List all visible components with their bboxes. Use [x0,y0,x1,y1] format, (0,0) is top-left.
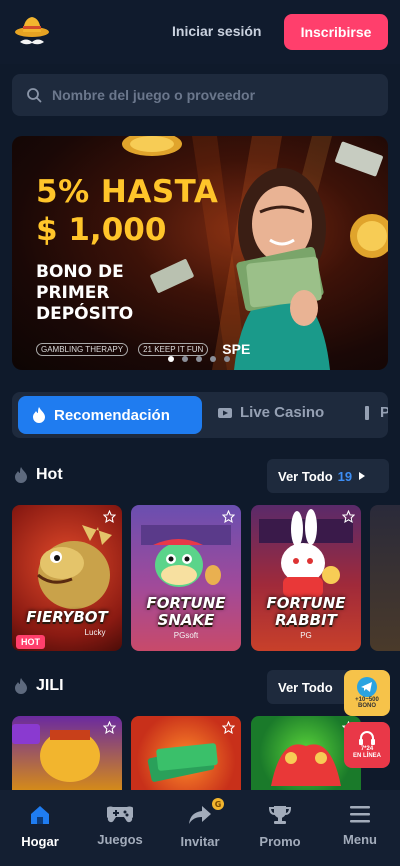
login-link[interactable]: Iniciar sesión [172,23,261,39]
promo-banner[interactable]: 5% HASTA $ 1,000 BONO DE PRIMER DEPÓSITO… [12,136,388,370]
section-title: Hot [36,466,63,483]
nav-label: Promo [259,834,301,849]
game-art [259,509,353,597]
game-title: FORTUNE RABBIT [266,594,346,629]
nav-games[interactable]: Juegos [80,790,160,866]
section-header-jili: JILI [14,677,64,695]
headset-icon [359,731,375,745]
header: Iniciar sesión Inscribirse [0,0,400,64]
nav-invite[interactable]: G Invitar [160,790,240,866]
svg-text:G: G [215,800,222,809]
nav-label: Invitar [180,834,220,849]
share-icon [189,806,211,824]
fire-icon [15,467,27,483]
game-title: FIERYBOT [26,608,108,626]
bottom-nav: Hogar Juegos G Invitar Promo Menu [0,790,400,866]
nav-promo[interactable]: Promo [240,790,320,866]
carousel-dot[interactable] [224,356,230,362]
chip-icon [365,405,369,420]
carousel-dot[interactable] [168,356,174,362]
game-provider: PGsoft [173,631,199,640]
favorite-star-icon[interactable] [222,510,235,523]
game-card-jili-1[interactable] [12,716,122,790]
partner-logo-gambling-therapy: GAMBLING THERAPY [36,342,129,356]
banner-headline-2: $ 1,000 [36,212,167,248]
favorite-star-icon[interactable] [222,721,235,734]
caret-right-icon [359,472,366,480]
favorite-star-icon[interactable] [103,510,116,523]
game-card-fortune-rabbit[interactable]: FORTUNE RABBIT PG [251,505,361,651]
banner-subtitle: BONO DE PRIMER DEPÓSITO [36,262,134,324]
game-card-partial[interactable] [370,505,400,651]
telegram-icon [357,677,377,697]
carousel-dots[interactable] [168,356,230,362]
see-all-hot-button[interactable]: Ver Todo 19 [267,459,389,493]
fire-icon [15,678,27,694]
live-support-button[interactable]: 7*24 EN LÍNEA [344,722,390,768]
game-art [141,525,231,587]
hot-badge: HOT [16,635,45,649]
carousel-dot[interactable] [210,356,216,362]
see-all-label: Ver Todo [278,468,333,484]
favorite-star-icon[interactable] [103,721,116,734]
support-hours: 7*24 [360,746,374,752]
tab-partial-label: P [380,404,388,421]
search-bar[interactable] [12,74,388,116]
section-header-hot: Hot [14,466,63,484]
coin-badge-icon: G [212,798,224,810]
category-tabs: Recomendación Live Casino P [12,392,388,438]
carousel-dot[interactable] [182,356,188,362]
tab-partial[interactable]: P [362,404,388,421]
section-title: JILI [36,677,64,694]
nav-menu[interactable]: Menu [320,790,400,866]
home-icon [31,806,49,824]
tab-live-casino-label: Live Casino [240,404,325,421]
game-card-fortune-snake[interactable]: FORTUNE SNAKE PGsoft [131,505,241,651]
signup-button[interactable]: Inscribirse [284,14,388,50]
telegram-bonus-button[interactable]: +10~500 BONO [344,670,390,716]
telegram-bonus-label: BONO [358,703,376,709]
search-input[interactable] [52,87,372,103]
tab-recommendation-label: Recomendación [54,406,170,424]
banner-headline-1: 5% HASTA [36,174,219,210]
game-provider: Lucky [84,628,106,637]
gamepad-icon [107,806,133,823]
sombrero-logo[interactable] [14,12,50,52]
see-all-label: Ver Todo [278,679,333,695]
nav-label: Juegos [97,832,143,847]
game-card-fierybot[interactable]: FIERYBOT Lucky HOT [12,505,122,651]
nav-home[interactable]: Hogar [0,790,80,866]
game-title: FORTUNE SNAKE [146,594,226,629]
favorite-star-icon[interactable] [342,510,355,523]
game-card-jili-2[interactable] [131,716,241,790]
search-icon [27,88,42,103]
nav-label: Hogar [21,834,59,849]
carousel-dot[interactable] [196,356,202,362]
nav-label: Menu [343,832,377,847]
fire-icon [33,407,45,423]
trophy-icon [269,806,291,824]
menu-icon [350,806,370,823]
banner-background-art [122,136,388,370]
see-all-jili-button[interactable]: Ver Todo [267,670,351,704]
game-provider: PG [300,631,312,640]
tab-live-casino[interactable]: Live Casino [218,404,324,421]
live-video-icon [218,407,232,418]
support-status: EN LÍNEA [352,753,381,759]
game-count: 19 [337,468,353,484]
tab-recommendation[interactable]: Recomendación [18,396,202,434]
partner-logo-keep-it-fun: 21 KEEP IT FUN [138,342,209,356]
